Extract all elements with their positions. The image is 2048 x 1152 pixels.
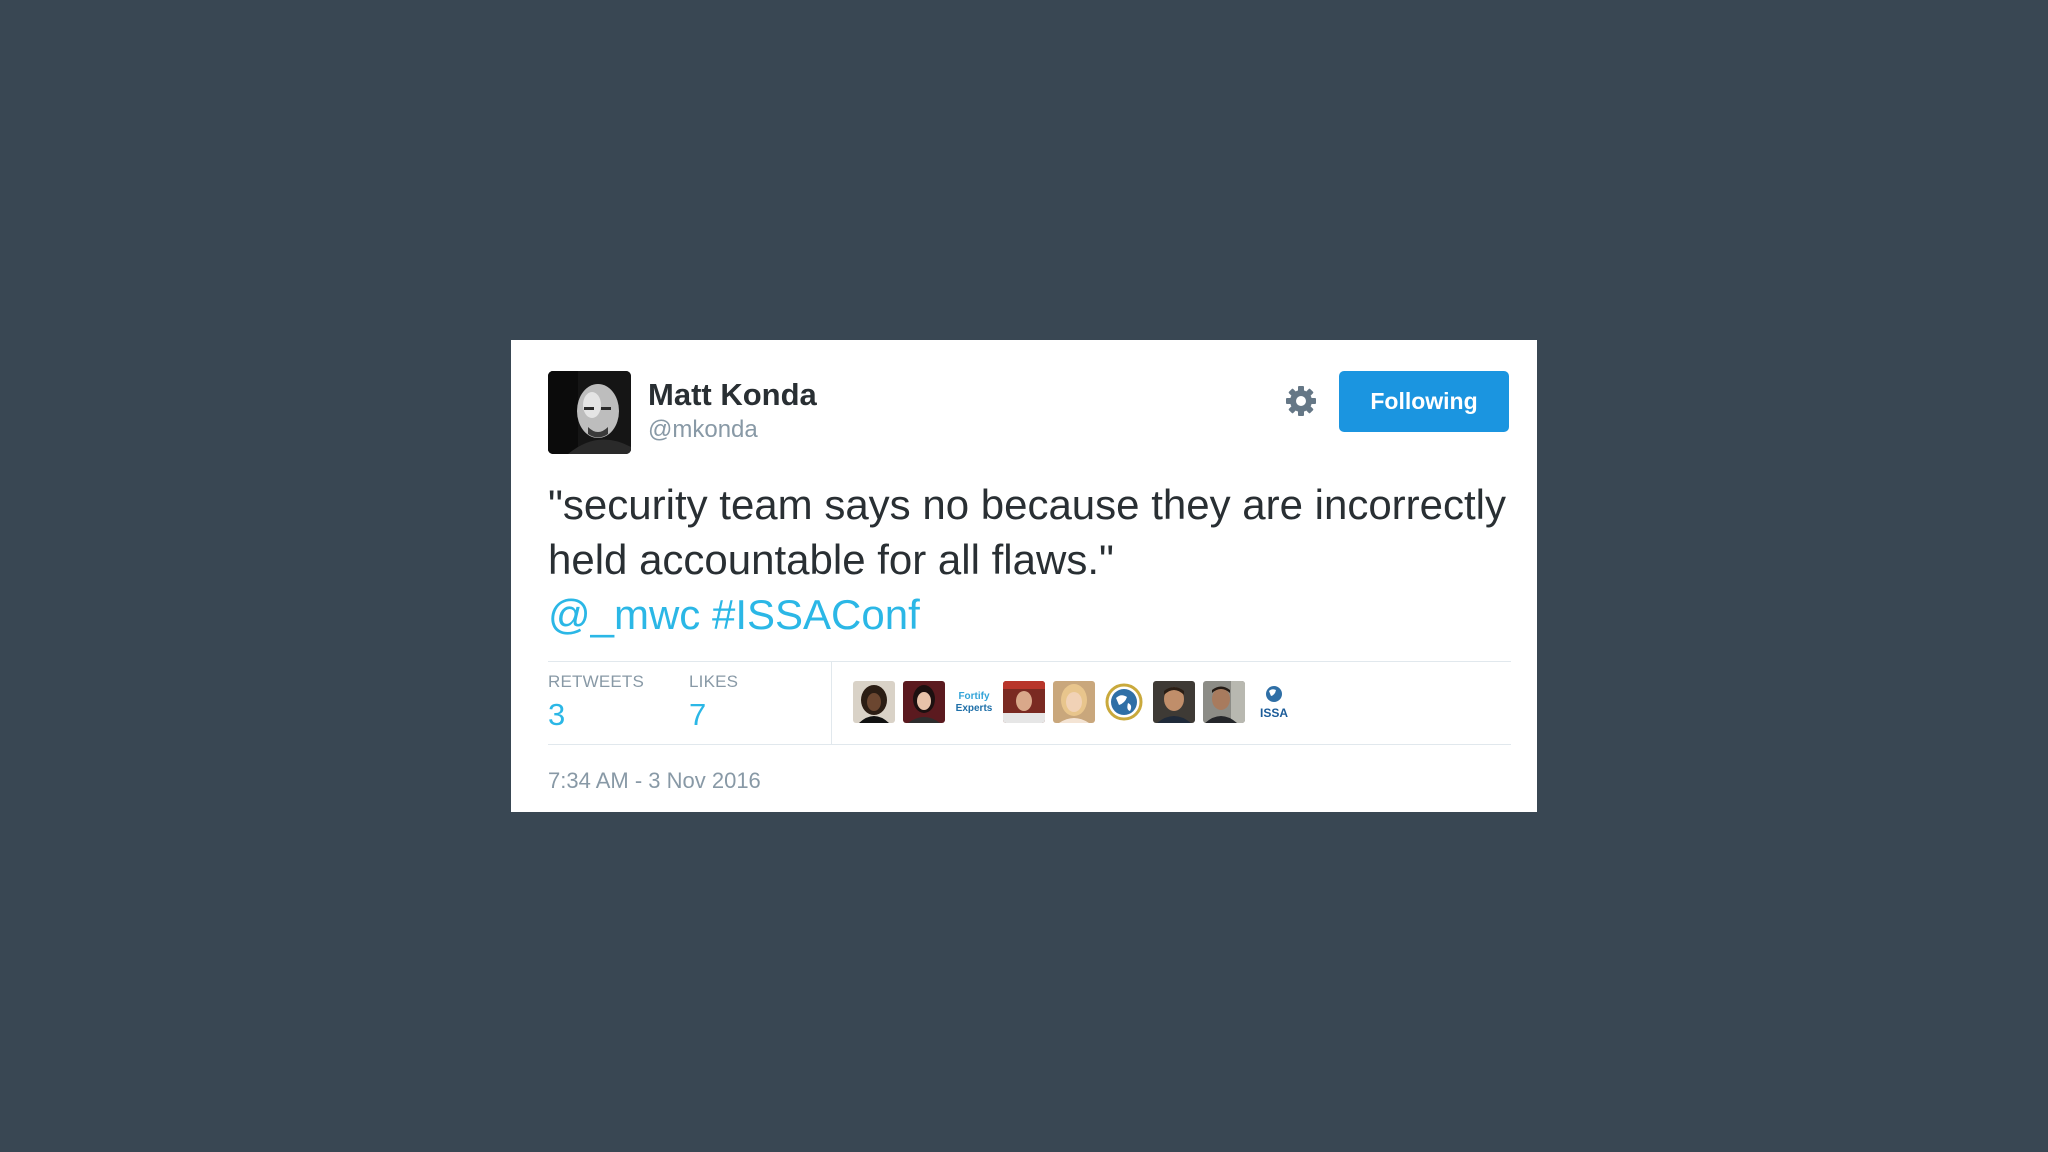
likes-label: LIKES <box>689 672 739 691</box>
retweets-count: 3 <box>548 697 566 732</box>
following-button[interactable]: Following <box>1339 371 1509 432</box>
fortify-logo-text-top: Fortify <box>958 691 990 702</box>
liker-avatar-2[interactable] <box>903 681 945 723</box>
liker-avatar-4[interactable] <box>1003 681 1045 723</box>
liker-avatar-8[interactable] <box>1203 681 1245 723</box>
liker-avatar-7[interactable] <box>1153 681 1195 723</box>
tweet-header: Matt Konda @mkonda Following <box>548 371 1509 455</box>
mention-link[interactable]: @_mwc <box>548 591 700 638</box>
retweets-stat[interactable]: RETWEETS 3 <box>548 672 644 734</box>
author-names: Matt Konda @mkonda <box>648 377 817 445</box>
stats-divider <box>831 662 832 744</box>
liker-avatar-5[interactable] <box>1053 681 1095 723</box>
liker-avatar-9[interactable]: ISSA <box>1253 681 1295 723</box>
retweets-label: RETWEETS <box>548 672 645 691</box>
tweet-stats: RETWEETS 3 LIKES 7 Fortify Experts ISSA <box>548 661 1511 745</box>
author-handle[interactable]: @mkonda <box>648 415 817 445</box>
liker-avatar-6[interactable] <box>1103 681 1145 723</box>
author-display-name[interactable]: Matt Konda <box>648 377 817 413</box>
author-avatar[interactable] <box>548 371 631 454</box>
likes-stat[interactable]: LIKES 7 <box>689 672 738 734</box>
fortify-logo-text-bottom: Experts <box>956 703 993 714</box>
hashtag-link[interactable]: #ISSAConf <box>712 591 920 638</box>
liker-avatar-1[interactable] <box>853 681 895 723</box>
tweet-timestamp[interactable]: 7:34 AM - 3 Nov 2016 <box>548 768 761 794</box>
tweet-text: "security team says no because they are … <box>548 477 1508 642</box>
tweet-card: Matt Konda @mkonda Following "security t… <box>511 340 1537 812</box>
gear-icon[interactable] <box>1283 383 1319 419</box>
issa-logo-text: ISSA <box>1260 706 1288 720</box>
tweet-body: "security team says no because they are … <box>548 481 1507 583</box>
likes-count: 7 <box>689 697 707 732</box>
liker-avatar-3[interactable]: Fortify Experts <box>953 681 995 723</box>
